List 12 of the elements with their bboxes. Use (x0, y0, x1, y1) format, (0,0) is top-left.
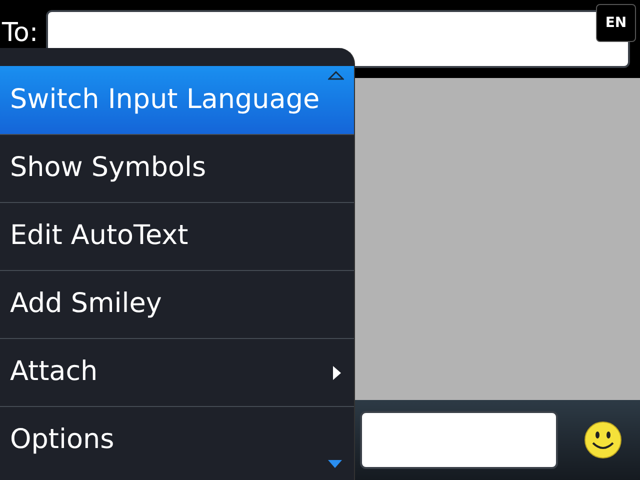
menu-item[interactable]: Edit AutoText (0, 202, 354, 270)
menu-item[interactable]: Attach (0, 338, 354, 406)
scroll-down-icon (328, 460, 342, 468)
menu-item[interactable]: Switch Input Language (0, 66, 354, 134)
scroll-up-icon (328, 70, 344, 80)
language-badge[interactable]: EN (596, 4, 636, 42)
to-label: To: (2, 20, 38, 50)
message-field[interactable] (360, 411, 558, 469)
smiley-icon[interactable] (584, 421, 622, 459)
menu-item[interactable]: Show Symbols (0, 134, 354, 202)
submenu-arrow-icon (332, 364, 342, 380)
menu-item[interactable]: Add Smiley (0, 270, 354, 338)
